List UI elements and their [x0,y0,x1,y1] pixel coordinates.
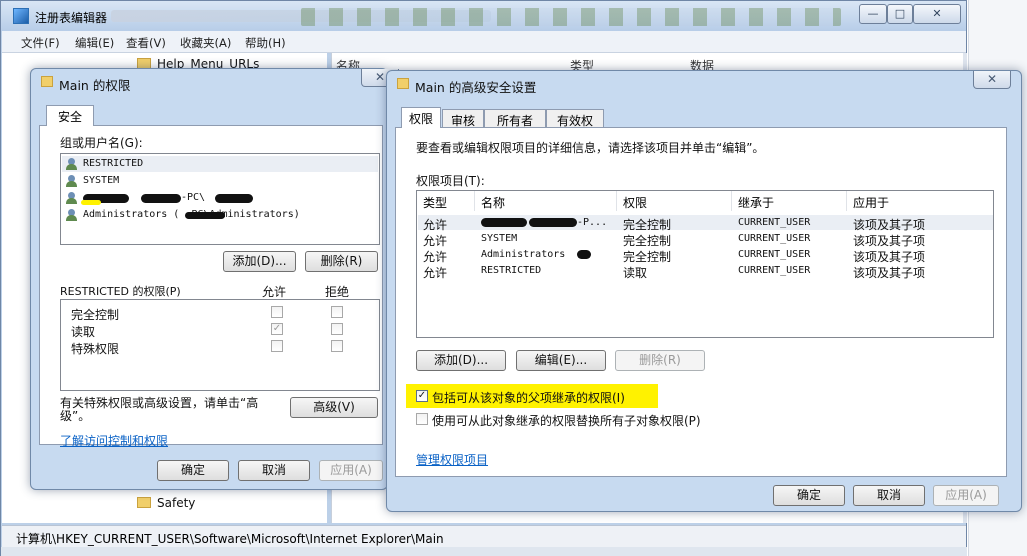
permissions-panel: 要查看或编辑权限项目的详细信息，请选择该项目并单击“编辑”。 权限项目(T): … [395,127,1007,477]
redaction-mark [481,218,527,227]
menu-help[interactable]: 帮助(H) [245,35,286,51]
tab-owner[interactable]: 所有者 [484,109,546,128]
folder-icon [397,78,409,89]
list-item[interactable]: Administrators ( -PC\Administrators) [65,208,381,224]
table-row[interactable]: 允许 RESTRICTED 读取 CURRENT_USER 该项及其子项 [417,263,993,280]
permissions-for-label: RESTRICTED 的权限(P) [60,285,181,298]
permissions-dialog: Main 的权限 ✕ 安全 组或用户名(G): RESTRICTED SYSTE… [30,68,399,490]
deny-special-checkbox[interactable] [331,340,343,352]
replace-child-permissions-label[interactable]: 使用可从此对象继承的权限替换所有子对象权限(P) [432,412,701,429]
folder-icon [137,497,151,508]
column-name[interactable]: 名称 [475,191,617,211]
menu-edit[interactable]: 编辑(E) [75,35,114,51]
deny-read-checkbox[interactable] [331,323,343,335]
security-panel: 组或用户名(G): RESTRICTED SYSTEM -PC\ Adminis… [39,125,383,448]
menu-bar: 文件(F) 编辑(E) 查看(V) 收藏夹(A) 帮助(H) [2,31,966,53]
highlight-mark [81,200,101,205]
deny-full-control-checkbox[interactable] [331,306,343,318]
permissions-dialog-title: Main 的权限 [59,78,131,93]
apply-button[interactable]: 应用(A) [933,485,999,506]
add-entry-button[interactable]: 添加(D)... [416,350,506,371]
deny-column-label: 拒绝 [325,285,350,299]
column-applies-to[interactable]: 应用于 [847,191,993,211]
learn-access-control-link[interactable]: 了解访问控制和权限 [60,432,168,449]
status-path: 计算机\HKEY_CURRENT_USER\Software\Microsoft… [16,532,444,546]
inherit-permissions-checkbox[interactable]: ✓ [416,390,428,402]
close-icon[interactable]: ✕ [913,4,961,24]
list-item[interactable]: RESTRICTED [65,157,365,173]
cancel-button[interactable]: 取消 [853,485,925,506]
maximize-icon[interactable]: □ [887,4,913,24]
inherit-permissions-label[interactable]: 包括可从该对象的父项继承的权限(I) [432,389,625,406]
special-permissions-text: 有关特殊权限或高级设置，请单击“高级”。 [60,396,259,423]
edit-entry-button[interactable]: 编辑(E)... [516,350,606,371]
user-group-icon [65,209,79,222]
minimize-icon[interactable]: — [859,4,887,24]
cancel-button[interactable]: 取消 [238,460,310,481]
redaction-mark [215,194,253,203]
tab-permissions[interactable]: 权限 [401,107,441,128]
user-icon [65,192,79,205]
table-row[interactable]: 允许 -P... 完全控制 CURRENT_USER 该项及其子项 [417,215,993,232]
perm-name-special: 特殊权限 [71,342,120,356]
advanced-security-dialog: Main 的高级安全设置 ✕ 权限 审核 所有者 有效权限 要查看或编辑权限项目… [386,70,1022,512]
regedit-app-icon [13,8,29,24]
redaction-mark [141,194,181,203]
add-user-button[interactable]: 添加(D)... [223,251,296,272]
group-users-label: 组或用户名(G): [60,136,143,150]
remove-user-button[interactable]: 删除(R) [305,251,378,272]
blurred-toolbar [301,8,841,26]
close-icon[interactable]: ✕ [973,71,1011,89]
column-permission[interactable]: 权限 [617,191,732,211]
advanced-button[interactable]: 高级(V) [290,397,378,418]
advanced-dialog-title: Main 的高级安全设置 [415,80,537,95]
tree-item-safety[interactable]: Safety [137,496,195,510]
folder-icon [41,76,53,87]
remove-entry-button[interactable]: 删除(R) [615,350,705,371]
table-row[interactable]: 允许 Administrators 完全控制 CURRENT_USER 该项及其… [417,247,993,264]
tab-effective-permissions[interactable]: 有效权限 [546,109,604,145]
permission-entries-table[interactable]: 类型 名称 权限 继承于 应用于 允许 -P... 完全控制 CURRENT_U… [416,190,994,338]
manage-permissions-link[interactable]: 管理权限项目 [416,451,488,468]
replace-child-permissions-checkbox[interactable] [416,413,428,425]
instructions-text: 要查看或编辑权限项目的详细信息，请选择该项目并单击“编辑”。 [416,141,765,155]
taskbar-strip [1,547,967,556]
redaction-mark [529,218,577,227]
apply-button[interactable]: 应用(A) [319,460,383,481]
list-item[interactable]: -PC\ [65,191,365,207]
allow-full-control-checkbox[interactable] [271,306,283,318]
menu-view[interactable]: 查看(V) [126,35,166,51]
redaction-mark [185,212,225,219]
entries-label: 权限项目(T): [416,174,485,188]
column-type[interactable]: 类型 [417,191,475,211]
list-item[interactable]: SYSTEM [65,174,365,190]
allow-column-label: 允许 [262,285,287,299]
redaction-mark [577,250,591,259]
permissions-list: 完全控制 读取 ✓ 特殊权限 [60,299,380,391]
tab-security[interactable]: 安全 [46,105,94,126]
users-list[interactable]: RESTRICTED SYSTEM -PC\ Administrators ( … [60,153,380,245]
menu-file[interactable]: 文件(F) [21,35,60,51]
tab-auditing[interactable]: 审核 [442,109,484,128]
table-row[interactable]: 允许 SYSTEM 完全控制 CURRENT_USER 该项及其子项 [417,231,993,248]
menu-favorites[interactable]: 收藏夹(A) [180,35,231,51]
user-group-icon [65,158,79,171]
allow-read-checkbox[interactable]: ✓ [271,323,283,335]
allow-special-checkbox[interactable] [271,340,283,352]
column-inherited-from[interactable]: 继承于 [732,191,847,211]
perm-name-full-control: 完全控制 [71,308,120,322]
ok-button[interactable]: 确定 [157,460,229,481]
ok-button[interactable]: 确定 [773,485,845,506]
perm-name-read: 读取 [71,325,96,339]
regedit-title: 注册表编辑器 [35,11,108,25]
user-group-icon [65,175,79,188]
status-bar: 计算机\HKEY_CURRENT_USER\Software\Microsoft… [2,525,966,547]
